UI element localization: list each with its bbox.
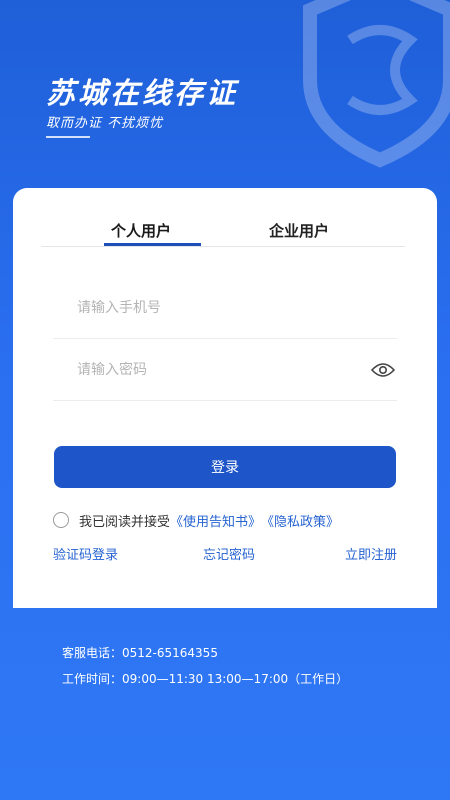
password-field bbox=[53, 350, 397, 401]
work-hours: 工作时间：09:00—11:30 13:00—17:00（工作日） bbox=[62, 672, 349, 686]
login-button[interactable]: 登录 bbox=[54, 446, 396, 488]
phone-field bbox=[53, 288, 397, 339]
app-title: 苏城在线存证 bbox=[46, 76, 239, 110]
login-card: 个人用户 企业用户 登录 我已阅读并接受 《使用告知书》 《隐私政策》 验证码登… bbox=[13, 188, 437, 608]
active-tab-indicator bbox=[104, 243, 201, 246]
register-link[interactable]: 立即注册 bbox=[345, 544, 397, 563]
eye-icon[interactable] bbox=[371, 362, 395, 378]
app-slogan: 取而办证 不扰烦忧 bbox=[46, 116, 164, 131]
agreement-row: 我已阅读并接受 《使用告知书》 《隐私政策》 bbox=[53, 508, 339, 532]
agreement-checkbox[interactable] bbox=[53, 512, 69, 528]
tab-enterprise-user[interactable]: 企业用户 bbox=[269, 220, 329, 241]
forgot-password-link[interactable]: 忘记密码 bbox=[203, 544, 255, 563]
privacy-link[interactable]: 《隐私政策》 bbox=[261, 511, 339, 530]
user-type-tabs: 个人用户 企业用户 bbox=[41, 216, 405, 247]
shield-logo-icon bbox=[303, 0, 450, 168]
tab-personal-user[interactable]: 个人用户 bbox=[111, 220, 171, 241]
sms-login-link[interactable]: 验证码登录 bbox=[53, 544, 118, 563]
footer-info: 客服电话：0512-65164355 工作时间：09:00—11:30 13:0… bbox=[62, 640, 348, 692]
phone-input[interactable] bbox=[53, 288, 357, 328]
bottom-links: 验证码登录 忘记密码 立即注册 bbox=[53, 544, 397, 566]
hero-banner: 苏城在线存证 取而办证 不扰烦忧 bbox=[0, 0, 450, 200]
title-underline bbox=[46, 136, 90, 138]
password-input[interactable] bbox=[53, 350, 357, 390]
terms-link[interactable]: 《使用告知书》 bbox=[170, 511, 261, 530]
agreement-text: 我已阅读并接受 bbox=[79, 514, 171, 530]
service-phone: 客服电话：0512-65164355 bbox=[62, 646, 218, 660]
